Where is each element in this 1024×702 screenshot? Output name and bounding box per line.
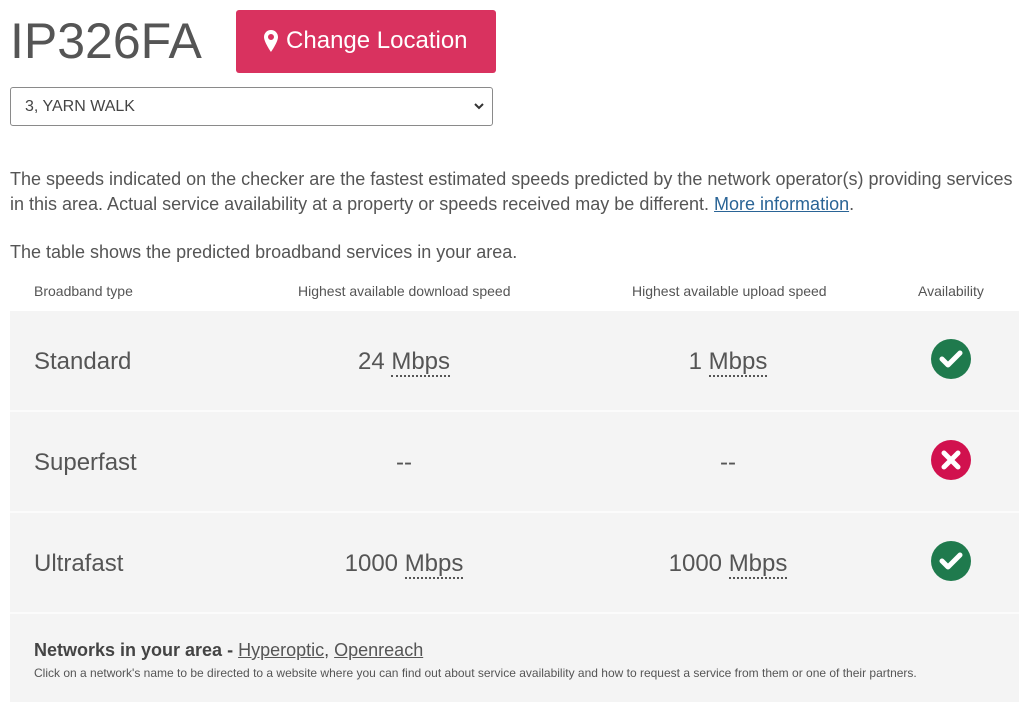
- broadband-table: Standard 24 Mbps 1 Mbps Superfast -- -- …: [10, 311, 1019, 702]
- upload-speed: --: [720, 449, 736, 476]
- table-row: Ultrafast 1000 Mbps 1000 Mbps: [10, 513, 1019, 614]
- download-unit[interactable]: Mbps: [391, 348, 451, 377]
- download-speed: 24 Mbps: [254, 348, 554, 377]
- postcode-title: IP326FA: [10, 13, 202, 69]
- disclaimer-body: The speeds indicated on the checker are …: [10, 169, 1013, 214]
- broadband-type: Superfast: [34, 449, 137, 476]
- download-speed: 1000 Mbps: [254, 550, 554, 579]
- broadband-type: Ultrafast: [34, 550, 124, 577]
- upload-unit[interactable]: Mbps: [728, 550, 788, 579]
- upload-value: 1000: [668, 550, 723, 577]
- upload-speed: 1000 Mbps: [578, 550, 878, 579]
- address-select-value: 3, YARN WALK: [25, 97, 135, 115]
- address-select[interactable]: 3, YARN WALK: [10, 87, 493, 126]
- available-check-icon: [931, 339, 971, 379]
- change-location-button[interactable]: Change Location: [235, 9, 496, 73]
- networks-section: Networks in your area - Hyperoptic, Open…: [10, 614, 1019, 702]
- networks-label: Networks in your area -: [34, 640, 239, 660]
- table-intro: The table shows the predicted broadband …: [10, 242, 518, 262]
- header-upload-speed: Highest available upload speed: [632, 283, 827, 299]
- networks-title: Networks in your area - Hyperoptic, Open…: [34, 640, 423, 661]
- map-marker-icon: [264, 30, 279, 52]
- upload-speed: 1 Mbps: [578, 348, 878, 377]
- available-check-icon: [931, 541, 971, 581]
- network-link-openreach[interactable]: Openreach: [334, 640, 423, 660]
- change-location-label: Change Location: [286, 27, 468, 54]
- disclaimer-suffix: .: [849, 194, 855, 214]
- table-row: Standard 24 Mbps 1 Mbps: [10, 311, 1019, 412]
- chevron-down-icon: [474, 103, 484, 110]
- disclaimer-text: The speeds indicated on the checker are …: [10, 167, 1020, 217]
- network-link-hyperoptic[interactable]: Hyperoptic: [238, 640, 324, 660]
- download-speed: --: [396, 449, 412, 476]
- broadband-type: Standard: [34, 348, 132, 375]
- networks-note: Click on a network's name to be directed…: [34, 666, 917, 680]
- download-value: 24: [357, 348, 385, 375]
- table-row: Superfast -- --: [10, 412, 1019, 513]
- more-information-link[interactable]: More information: [714, 194, 849, 214]
- download-unit[interactable]: Mbps: [404, 550, 464, 579]
- table-header: Broadband type Highest available downloa…: [10, 283, 1019, 303]
- upload-unit[interactable]: Mbps: [708, 348, 768, 377]
- networks-separator: ,: [324, 640, 335, 660]
- header-download-speed: Highest available download speed: [298, 283, 511, 299]
- header: IP326FA Change Location: [10, 9, 496, 73]
- header-broadband-type: Broadband type: [34, 283, 133, 299]
- upload-value: 1: [688, 348, 702, 375]
- download-value: 1000: [344, 550, 399, 577]
- unavailable-cross-icon: [931, 440, 971, 480]
- header-availability: Availability: [918, 283, 984, 299]
